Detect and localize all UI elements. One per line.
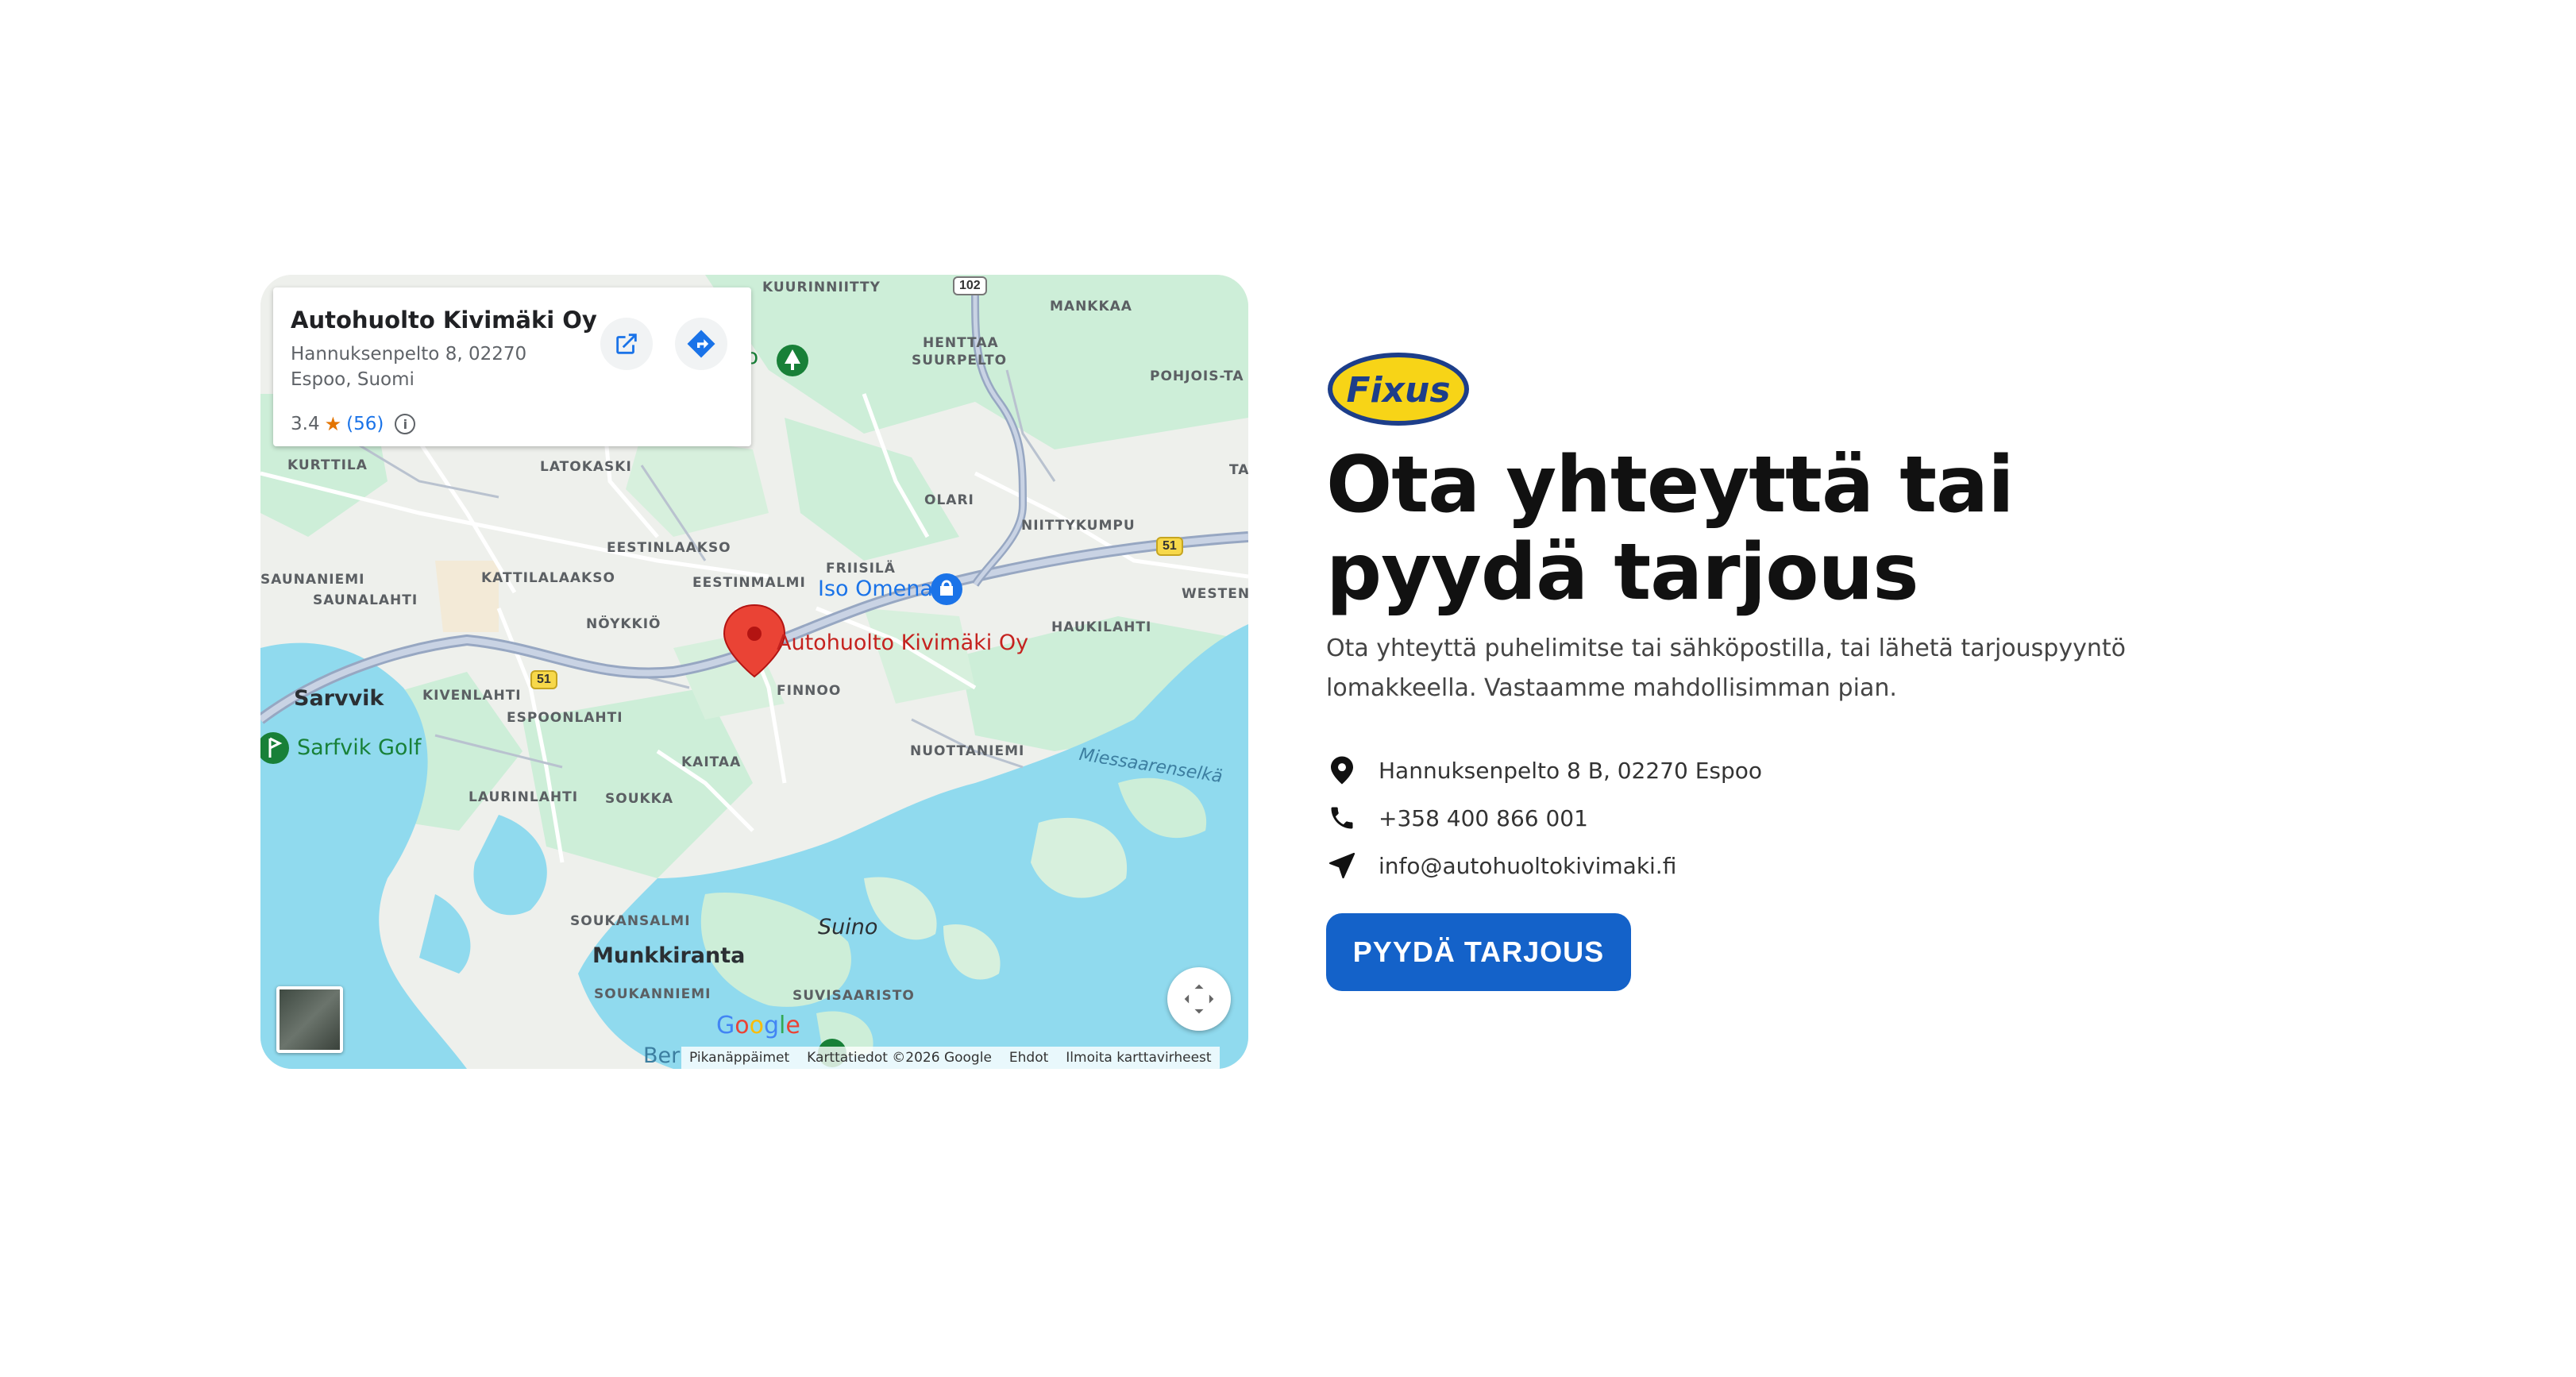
place-label: SOUKKA: [605, 791, 674, 807]
place-address: Hannuksenpelto 8, 02270 Espoo, Suomi: [291, 341, 734, 392]
poi-iso-omena[interactable]: Iso Omena: [818, 577, 933, 601]
park-pin-icon: [777, 345, 808, 376]
place-label: SUVISAARISTO: [792, 988, 915, 1004]
keyboard-shortcuts-link[interactable]: Pikanäppäimet: [689, 1050, 789, 1066]
place-label: KAITAA: [681, 754, 742, 770]
place-label: NÖYKKIÖ: [586, 616, 661, 632]
contact-address: Hannuksenpelto 8 B, 02270 Espoo: [1326, 746, 1762, 794]
email-link[interactable]: info@autohuoltokivimaki.fi: [1379, 853, 1676, 879]
road-shield: 102: [953, 276, 987, 295]
phone-link[interactable]: +358 400 866 001: [1379, 805, 1588, 831]
place-label: FRIISILÄ: [826, 561, 896, 577]
location-pin-icon: [1326, 754, 1358, 786]
fullscreen-button[interactable]: [1167, 967, 1231, 1031]
place-label: KATTILALAAKSO: [481, 570, 615, 586]
map-attribution: Pikanäppäimet Karttatiedot ©2026 Google …: [681, 1047, 1220, 1069]
place-rating: 3.4 ★ (56) i: [291, 413, 416, 435]
contact-phone[interactable]: +358 400 866 001: [1326, 794, 1762, 842]
place-label: LATOKASKI: [540, 459, 632, 475]
place-label: EESTINMALMI: [692, 575, 806, 591]
open-in-maps-button[interactable]: [600, 318, 653, 370]
place-label: TA: [1229, 462, 1248, 478]
send-icon: [1326, 850, 1358, 881]
place-label: LAURINLAHTI: [469, 789, 579, 805]
place-label: KURTTILA: [287, 457, 368, 473]
place-label: KIVENLAHTI: [422, 688, 522, 704]
review-count-link[interactable]: (56): [346, 414, 384, 434]
rating-value: 3.4: [291, 414, 320, 434]
shopping-pin-icon: [931, 573, 962, 605]
satellite-layer-toggle[interactable]: [276, 986, 343, 1053]
place-label: KUURINNIITTY: [762, 280, 881, 295]
report-error-link[interactable]: Ilmoita karttavirheest: [1066, 1050, 1211, 1066]
place-label: SUURPELTO: [912, 353, 1008, 368]
star-icon: ★: [324, 413, 342, 435]
place-info-card: Autohuolto Kivimäki Oy Hannuksenpelto 8,…: [273, 287, 751, 446]
directions-icon: [687, 330, 715, 358]
place-label: Suino: [818, 915, 878, 939]
place-label: SAUNALAHTI: [313, 592, 418, 608]
place-label: EESTINLAAKSO: [607, 540, 731, 556]
request-quote-button[interactable]: PYYDÄ TARJOUS: [1326, 913, 1631, 991]
place-label: WESTEN: [1182, 586, 1248, 602]
poi-autohuolto[interactable]: Autohuolto Kivimäki Oy: [777, 631, 1028, 655]
place-label: MANKKAA: [1050, 299, 1132, 314]
place-label: Munkkiranta: [592, 943, 746, 968]
page-title: Ota yhteyttä tai pyydä tarjous: [1326, 440, 2015, 618]
logo-text: Fixus: [1346, 370, 1450, 411]
address-line-2: Espoo, Suomi: [291, 369, 415, 390]
place-name[interactable]: Autohuolto Kivimäki Oy: [291, 307, 734, 334]
place-label: Ber: [643, 1043, 681, 1068]
fullscreen-icon: [1184, 984, 1214, 1014]
place-label: SOUKANSALMI: [570, 913, 691, 929]
place-label: FINNOO: [777, 683, 842, 699]
directions-button[interactable]: [675, 318, 727, 370]
place-label: POHJOIS-TA: [1150, 368, 1244, 384]
contact-email[interactable]: info@autohuoltokivimaki.fi: [1326, 842, 1762, 889]
map-data-text: Karttatiedot ©2026 Google: [807, 1050, 992, 1066]
fixus-logo: Fixus: [1326, 351, 1471, 427]
road-shield: 51: [530, 670, 557, 689]
place-label: SOUKANNIEMI: [594, 986, 711, 1002]
place-label: NIITTYKUMPU: [1021, 518, 1136, 534]
place-label: SAUNANIEMI: [260, 572, 365, 588]
place-label: ESPOONLAHTI: [507, 710, 623, 726]
poi-sarfvik-golf[interactable]: Sarfvik Golf: [297, 735, 421, 760]
place-label: Sarvvik: [294, 686, 384, 711]
place-label: NUOTTANIEMI: [910, 743, 1025, 759]
open-in-new-icon: [616, 334, 637, 354]
intro-text: Ota yhteyttä puhelimitse tai sähköpostil…: [1326, 634, 2126, 702]
address-text: Hannuksenpelto 8 B, 02270 Espoo: [1379, 757, 1763, 784]
embedded-map[interactable]: KUURINNIITTY MANKKAA HENTTAA SUURPELTO P…: [260, 275, 1248, 1069]
contact-list: Hannuksenpelto 8 B, 02270 Espoo +358 400…: [1326, 746, 1762, 889]
place-label: OLARI: [924, 492, 974, 508]
address-line-1: Hannuksenpelto 8, 02270: [291, 344, 527, 364]
terms-link[interactable]: Ehdot: [1009, 1050, 1048, 1066]
google-logo: Google: [716, 1012, 800, 1040]
place-label: HENTTAA: [923, 335, 999, 351]
info-icon[interactable]: i: [395, 414, 416, 434]
road-shield: 51: [1156, 537, 1183, 556]
phone-icon: [1326, 802, 1358, 834]
place-label: HAUKILAHTI: [1051, 619, 1152, 635]
